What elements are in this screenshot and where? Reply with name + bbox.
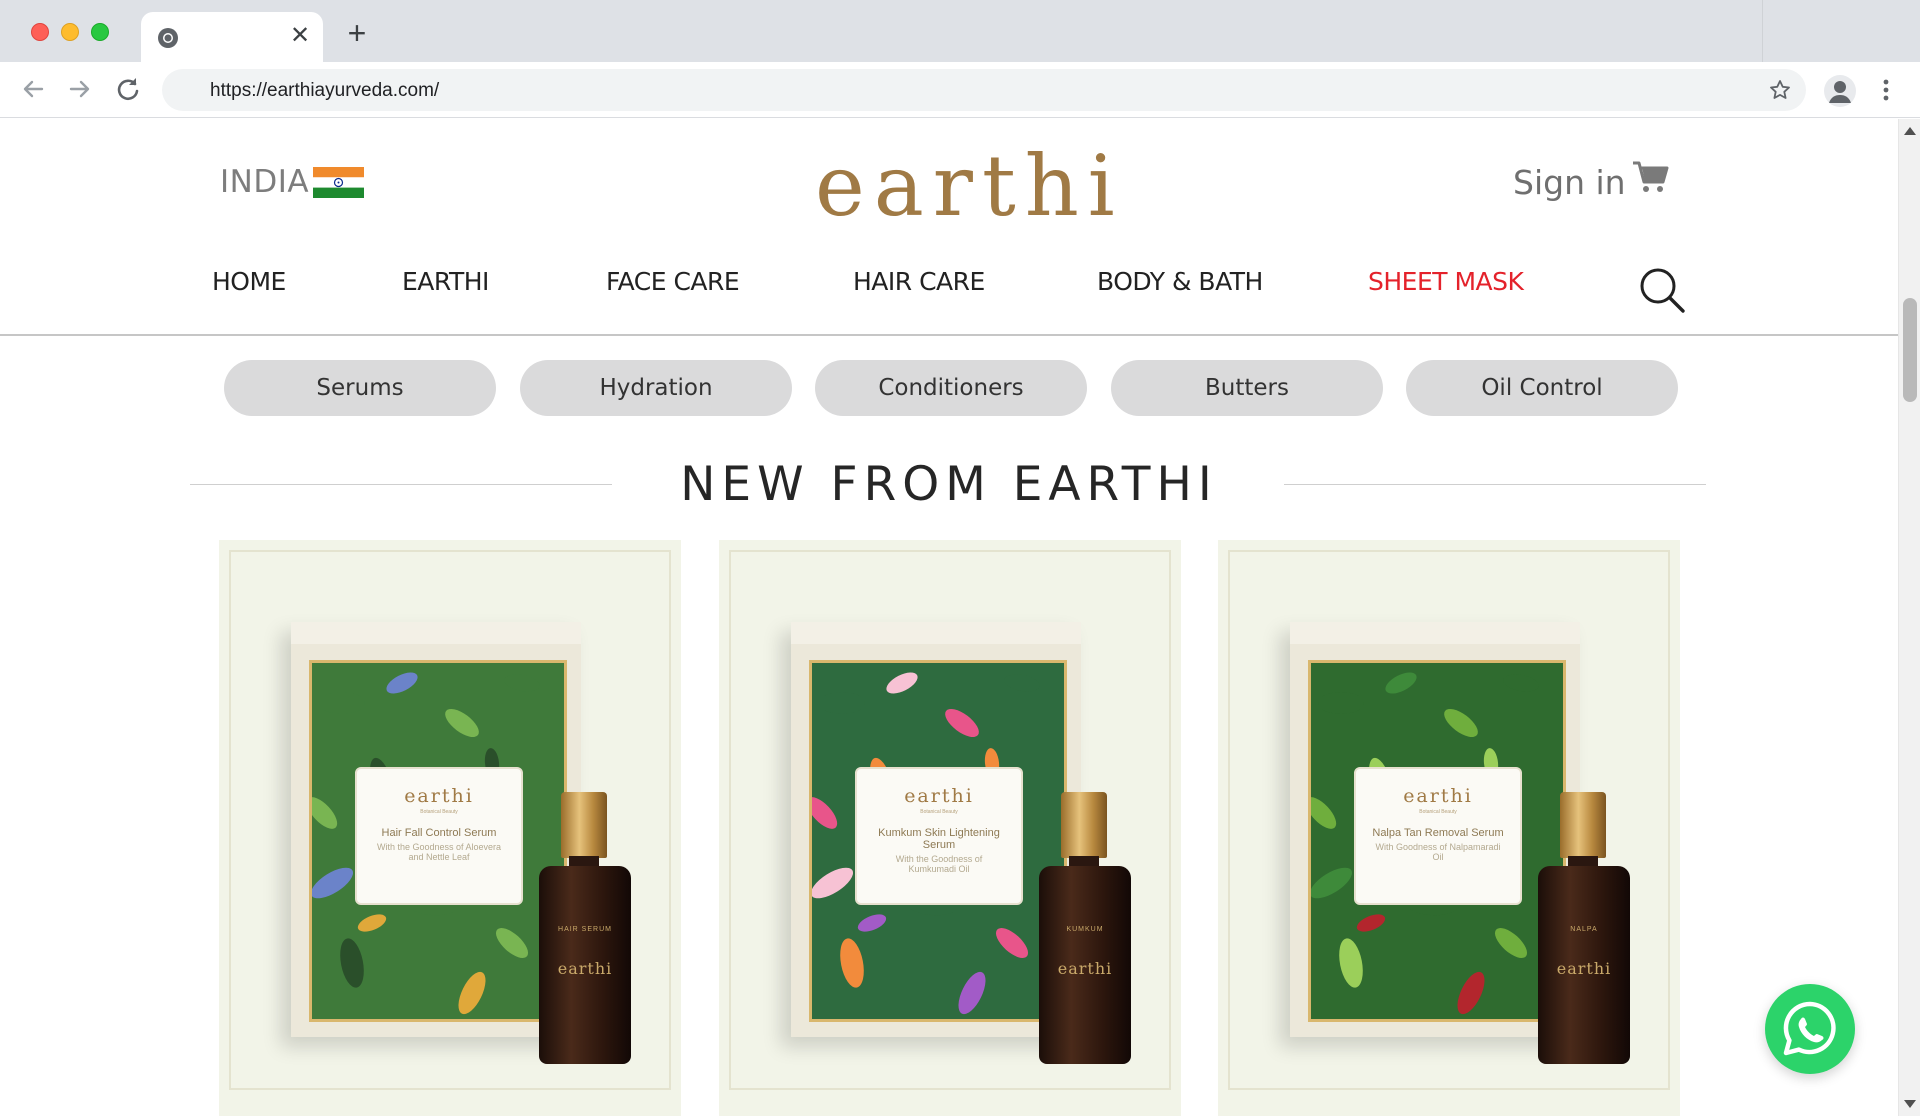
product-box: earthi Botanical Beauty Hair Fall Contro… — [291, 622, 581, 1037]
product-name: Hair Fall Control Serum — [381, 827, 497, 839]
search-icon[interactable] — [1638, 266, 1686, 314]
product-card-frame: earthi Botanical Beauty Nalpa Tan Remova… — [1228, 550, 1670, 1090]
bottle-brand: earthi — [1057, 959, 1113, 978]
product-subtitle: With Goodness of Nalpamaradi Oil — [1375, 842, 1501, 862]
chip-conditioners[interactable]: Conditioners — [815, 360, 1087, 416]
bottle-brand: earthi — [1556, 959, 1612, 978]
earthi-logo[interactable]: earthi — [815, 141, 1115, 231]
scroll-up-arrow[interactable] — [1904, 127, 1916, 135]
nav-item-earthi[interactable]: EARTHI — [402, 267, 489, 296]
product-subtitle: With the Goodness of Kumkumadi Oil — [895, 854, 983, 874]
nav-item-sheet-mask[interactable]: SHEET MASK — [1368, 267, 1524, 296]
bottle-product-label: NALPA — [1570, 926, 1598, 933]
whatsapp-icon — [1783, 1001, 1836, 1056]
scroll-down-arrow[interactable] — [1904, 1100, 1916, 1108]
section-title: NEW FROM EARTHI — [680, 457, 1218, 512]
bookmark-star-icon[interactable] — [1768, 78, 1792, 102]
nav-item-body-bath[interactable]: BODY & BATH — [1097, 267, 1263, 296]
india-flag-icon — [313, 166, 365, 198]
shopping-cart-icon[interactable] — [1631, 159, 1669, 195]
product-label: earthi Botanical Beauty Nalpa Tan Remova… — [1354, 767, 1522, 905]
reload-icon[interactable] — [113, 74, 143, 104]
window-minimize-button[interactable] — [61, 23, 79, 41]
bottle-label: KUMKUM earthi — [1039, 926, 1131, 978]
label-brand: earthi — [404, 785, 474, 807]
page-scrollbar[interactable] — [1898, 119, 1920, 1116]
product-box-top — [791, 622, 1081, 644]
bottle-label: NALPA earthi — [1538, 926, 1630, 978]
label-tagline: Botanical Beauty — [1419, 809, 1457, 815]
bottle-cap — [561, 792, 607, 858]
nav-divider — [0, 334, 1898, 336]
tab-close-button[interactable]: ✕ — [287, 23, 313, 49]
chip-serums[interactable]: Serums — [224, 360, 496, 416]
address-bar[interactable]: https://earthiayurveda.com/ — [162, 69, 1806, 111]
new-tab-button[interactable]: + — [344, 17, 370, 49]
product-label: earthi Botanical Beauty Kumkum Skin Ligh… — [855, 767, 1023, 905]
serum-bottle: HAIR SERUM earthi — [539, 792, 631, 1064]
product-card[interactable]: earthi Botanical Beauty Kumkum Skin Ligh… — [719, 540, 1181, 1116]
bottle-label: HAIR SERUM earthi — [539, 926, 631, 978]
window-maximize-button[interactable] — [91, 23, 109, 41]
product-box: earthi Botanical Beauty Kumkum Skin Ligh… — [791, 622, 1081, 1037]
chip-hydration[interactable]: Hydration — [520, 360, 792, 416]
label-tagline: Botanical Beauty — [920, 809, 958, 815]
forward-arrow-icon[interactable] — [65, 74, 95, 104]
bottle-body: HAIR SERUM earthi — [539, 866, 631, 1064]
product-card[interactable]: earthi Botanical Beauty Hair Fall Contro… — [219, 540, 681, 1116]
profile-avatar-icon[interactable] — [1824, 75, 1856, 107]
bottle-cap — [1560, 792, 1606, 858]
browser-tab-active[interactable]: ✕ — [141, 12, 323, 62]
serum-bottle: KUMKUM earthi — [1039, 792, 1131, 1064]
product-box-top — [291, 622, 581, 644]
category-chips: Serums Hydration Conditioners Butters Oi… — [0, 360, 1898, 416]
browser-menu-icon[interactable] — [1876, 76, 1896, 104]
product-label: earthi Botanical Beauty Hair Fall Contro… — [355, 767, 523, 905]
nav-item-face-care[interactable]: FACE CARE — [606, 267, 740, 296]
whatsapp-chat-button[interactable] — [1765, 984, 1855, 1074]
label-tagline: Botanical Beauty — [420, 809, 458, 815]
country-selector[interactable]: INDIA — [220, 164, 365, 200]
product-card-frame: earthi Botanical Beauty Hair Fall Contro… — [229, 550, 671, 1090]
bottle-product-label: KUMKUM — [1066, 926, 1104, 933]
product-box: earthi Botanical Beauty Nalpa Tan Remova… — [1290, 622, 1580, 1037]
label-brand: earthi — [1403, 785, 1473, 807]
nav-item-home[interactable]: HOME — [212, 267, 286, 296]
main-navigation: HOME EARTHI FACE CARE HAIR CARE BODY & B… — [0, 267, 1898, 317]
product-name: Kumkum Skin Lightening Serum — [878, 827, 1000, 851]
browser-tabstrip: ✕ + — [0, 0, 1920, 62]
product-subtitle: With the Goodness of Aloevera and Nettle… — [376, 842, 502, 862]
back-arrow-icon[interactable] — [18, 74, 48, 104]
bottle-cap — [1061, 792, 1107, 858]
scroll-thumb[interactable] — [1903, 298, 1917, 402]
web-page: INDIA earthi Sign in HOME EARTHI FACE CA… — [0, 119, 1898, 1116]
browser-toolbar: https://earthiayurveda.com/ — [0, 62, 1920, 118]
chip-butters[interactable]: Butters — [1111, 360, 1383, 416]
address-bar-url[interactable]: https://earthiayurveda.com/ — [210, 80, 439, 102]
product-card[interactable]: earthi Botanical Beauty Nalpa Tan Remova… — [1218, 540, 1680, 1116]
product-name: Nalpa Tan Removal Serum — [1372, 827, 1504, 839]
product-box-top — [1290, 622, 1580, 644]
window-close-button[interactable] — [31, 23, 49, 41]
tabstrip-divider — [1762, 0, 1763, 62]
bottle-body: KUMKUM earthi — [1039, 866, 1131, 1064]
product-card-frame: earthi Botanical Beauty Kumkum Skin Ligh… — [729, 550, 1171, 1090]
bottle-product-label: HAIR SERUM — [558, 926, 612, 933]
bottle-brand: earthi — [557, 959, 613, 978]
chrome-favicon-icon — [158, 28, 178, 48]
country-label: INDIA — [220, 164, 310, 200]
label-brand: earthi — [904, 785, 974, 807]
logo-text: earthi — [815, 137, 1124, 235]
nav-item-hair-care[interactable]: HAIR CARE — [853, 267, 985, 296]
bottle-body: NALPA earthi — [1538, 866, 1630, 1064]
chip-oil-control[interactable]: Oil Control — [1406, 360, 1678, 416]
sign-in-link[interactable]: Sign in — [1513, 163, 1626, 202]
serum-bottle: NALPA earthi — [1538, 792, 1630, 1064]
